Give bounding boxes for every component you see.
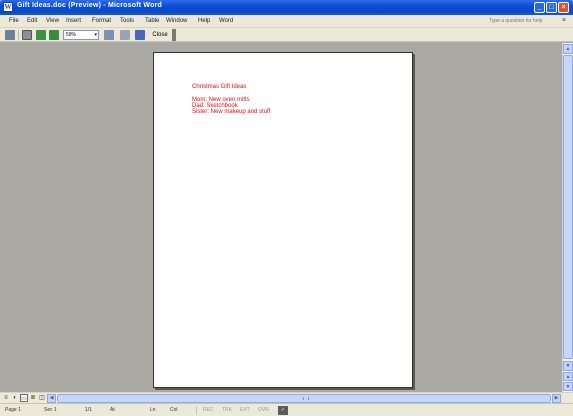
window-title: Gift Ideas.doc (Preview) - Microsoft Wor… — [17, 2, 162, 9]
web-layout-icon[interactable]: ◐ — [11, 394, 19, 402]
normal-view-icon[interactable]: ≡ — [2, 394, 10, 402]
view-and-scroll-row: ≡ ◐ ▭ ≣ ◫ ◀ ▶ — [0, 392, 573, 403]
status-rec[interactable]: REC — [203, 407, 214, 413]
close-preview-button[interactable]: Close — [150, 30, 170, 40]
horizontal-scroll-thumb[interactable] — [57, 394, 551, 403]
menu-tools[interactable]: Tools — [120, 18, 134, 24]
scroll-right-icon[interactable]: ▶ — [552, 394, 561, 403]
status-separator — [196, 406, 197, 415]
print-icon[interactable] — [5, 30, 15, 40]
maximize-icon: □ — [549, 4, 554, 11]
maximize-button[interactable]: □ — [546, 2, 557, 13]
magnifier-icon[interactable] — [22, 30, 32, 40]
vertical-scroll-thumb[interactable] — [563, 55, 573, 359]
vertical-scrollbar[interactable]: ▲ ▼ ▲ ▼ — [562, 43, 573, 392]
zoom-select[interactable]: 59% ▾ — [63, 30, 99, 40]
print-layout-icon[interactable]: ▭ — [20, 394, 28, 402]
status-bar: Page 1 Sec 1 1/1 At Ln Col REC TRK EXT O… — [0, 403, 573, 416]
menu-window[interactable]: Window — [166, 18, 187, 24]
status-column: Col — [170, 407, 178, 413]
menu-view[interactable]: View — [46, 18, 59, 24]
status-line: Ln — [150, 407, 156, 413]
minimize-button[interactable]: _ — [534, 2, 545, 13]
reading-layout-icon[interactable]: ◫ — [38, 394, 46, 402]
close-icon: × — [561, 4, 566, 11]
menu-table[interactable]: Table — [145, 18, 159, 24]
scroll-left-icon[interactable]: ◀ — [47, 394, 56, 403]
toolbar-separator — [18, 30, 19, 40]
document-workspace: Christmas Gift Ideas Mom: New oven mitts… — [0, 43, 562, 392]
menu-format[interactable]: Format — [92, 18, 111, 24]
shrink-to-fit-icon[interactable] — [120, 30, 130, 40]
document-page[interactable]: Christmas Gift Ideas Mom: New oven mitts… — [153, 52, 413, 388]
horizontal-scrollbar[interactable]: ◀ ▶ — [47, 394, 561, 403]
minimize-icon: _ — [537, 4, 542, 11]
word-app-icon[interactable]: W — [3, 2, 13, 12]
menu-file[interactable]: File — [9, 18, 19, 24]
outline-view-icon[interactable]: ≣ — [29, 394, 37, 402]
doc-line-blank — [192, 90, 270, 97]
view-ruler-icon[interactable] — [104, 30, 114, 40]
close-window-button[interactable]: × — [558, 2, 569, 13]
status-at: At — [110, 407, 115, 413]
status-ovr[interactable]: OVR — [258, 407, 269, 413]
doc-line-sister: Sister: New makeup and stuff — [192, 109, 271, 115]
chevron-down-icon[interactable]: ▾ — [94, 31, 97, 39]
multiple-pages-icon[interactable] — [49, 30, 59, 40]
status-page-count: 1/1 — [85, 407, 92, 413]
next-page-icon[interactable]: ▼ — [563, 382, 573, 391]
status-section: Sec 1 — [44, 407, 57, 413]
menu-help[interactable]: Help — [198, 18, 210, 24]
close-document-icon[interactable]: × — [562, 17, 566, 24]
one-page-icon[interactable] — [36, 30, 46, 40]
scroll-up-icon[interactable]: ▲ — [563, 44, 573, 54]
menu-insert[interactable]: Insert — [66, 18, 81, 24]
menu-bar: File Edit View Insert Format Tools Table… — [0, 15, 573, 28]
menu-edit[interactable]: Edit — [27, 18, 37, 24]
menu-word[interactable]: Word — [219, 18, 233, 24]
title-bar[interactable]: W Gift Ideas.doc (Preview) - Microsoft W… — [0, 0, 573, 15]
status-ext[interactable]: EXT — [240, 407, 250, 413]
toolbar-options-icon[interactable] — [172, 29, 176, 41]
document-text: Christmas Gift Ideas Mom: New oven mitts… — [192, 84, 270, 115]
zoom-value: 59% — [66, 32, 77, 38]
spelling-grammar-status-icon[interactable]: ✓ — [278, 406, 288, 415]
status-page: Page 1 — [5, 407, 21, 413]
full-screen-icon[interactable] — [135, 30, 145, 40]
print-preview-toolbar: 59% ▾ Close — [0, 28, 573, 42]
status-trk[interactable]: TRK — [222, 407, 232, 413]
scroll-down-icon[interactable]: ▼ — [563, 361, 573, 371]
previous-page-icon[interactable]: ▲ — [563, 372, 573, 381]
help-question-input[interactable]: Type a question for help — [489, 17, 557, 26]
